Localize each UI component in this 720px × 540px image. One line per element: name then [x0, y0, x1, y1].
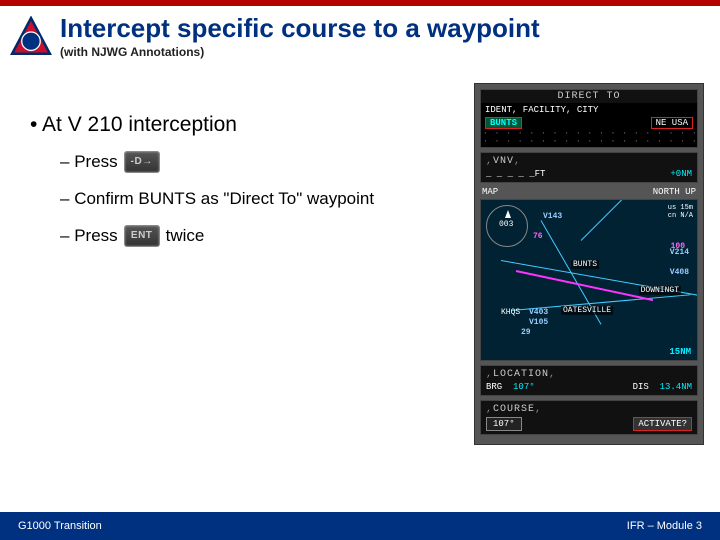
vnv-nm: +0NM: [670, 169, 692, 179]
vnv-title: ,VNV,: [484, 155, 694, 168]
header: Intercept specific course to a waypoint …: [0, 6, 720, 63]
bullet-main: • At V 210 interception: [30, 113, 474, 137]
dots-line: · · · · · · · · · · · · · · · · · · · · …: [483, 130, 695, 138]
press-label: Press: [60, 152, 118, 172]
brg-value: 107°: [513, 382, 535, 392]
page-title: Intercept specific course to a waypoint: [60, 14, 540, 43]
press2-label: Press: [60, 226, 118, 246]
location-title: ,LOCATION,: [484, 368, 694, 381]
bullet-main-text: At V 210 interception: [42, 113, 237, 136]
range-box: us 15m cn N/A: [668, 204, 693, 221]
waypoint-ident-field[interactable]: BUNTS: [485, 117, 522, 129]
map-city-label: OATESVILLE: [561, 306, 613, 315]
bullet-confirm: Confirm BUNTS as "Direct To" waypoint: [60, 189, 474, 209]
map-airport-label: KHQS: [499, 308, 522, 317]
bullet-press-ent: Press ENT twice: [60, 225, 474, 247]
map-waypoint-bunts: BUNTS: [571, 260, 599, 269]
heading-value: 003: [499, 220, 513, 229]
compass-icon: 003: [486, 205, 528, 247]
brg-label: BRG: [486, 382, 502, 392]
map-range-label: 15NM: [669, 347, 691, 357]
airway-label: V403: [529, 308, 548, 317]
airway-label: 29: [521, 328, 531, 337]
twice-label: twice: [166, 226, 205, 246]
dots-line: · · · · · · · · · · · · · · · · · · · · …: [483, 138, 695, 146]
ident-header: IDENT, FACILITY, CITY: [483, 104, 695, 116]
course-title: ,COURSE,: [484, 403, 694, 416]
activate-button[interactable]: ACTIVATE?: [633, 417, 692, 431]
region-field[interactable]: NE USA: [651, 117, 693, 129]
footer-left: G1000 Transition: [18, 520, 102, 532]
footer-right: IFR – Module 3: [627, 520, 702, 532]
map-label: MAP: [482, 187, 498, 197]
ent-button-icon: ENT: [124, 225, 160, 247]
confirm-text: Confirm BUNTS as "Direct To" waypoint: [60, 189, 374, 209]
dis-value: 13.4NM: [660, 382, 692, 392]
bullet-press-dto: Press -D→: [60, 151, 474, 173]
airway-label: V408: [670, 268, 689, 277]
direct-to-button-icon: -D→: [124, 151, 160, 173]
altitude-label: 76: [531, 232, 545, 241]
north-up-label: NORTH UP: [653, 187, 696, 197]
course-value-field[interactable]: 107°: [486, 417, 522, 431]
footer-bar: G1000 Transition IFR – Module 3: [0, 512, 720, 540]
bullet-list: • At V 210 interception Press -D→ Confir…: [30, 83, 474, 445]
airway-label: V143: [543, 212, 562, 221]
map-city-label: DOWNINGT: [639, 286, 681, 295]
dis-label: DIS: [633, 382, 649, 392]
screen-direct-to-title: DIRECT TO: [481, 90, 697, 103]
g1000-screen: DIRECT TO IDENT, FACILITY, CITY BUNTS NE…: [474, 83, 704, 445]
airway-label: V105: [529, 318, 548, 327]
vnv-ft: _ _ _ _ _FT: [486, 169, 545, 179]
map-display[interactable]: 003 us 15m cn N/A V143 BUNTS V214 V408 V…: [480, 199, 698, 361]
page-subtitle: (with NJWG Annotations): [60, 45, 540, 59]
altitude-label: 100: [669, 242, 687, 251]
cap-logo-icon: [10, 16, 52, 58]
